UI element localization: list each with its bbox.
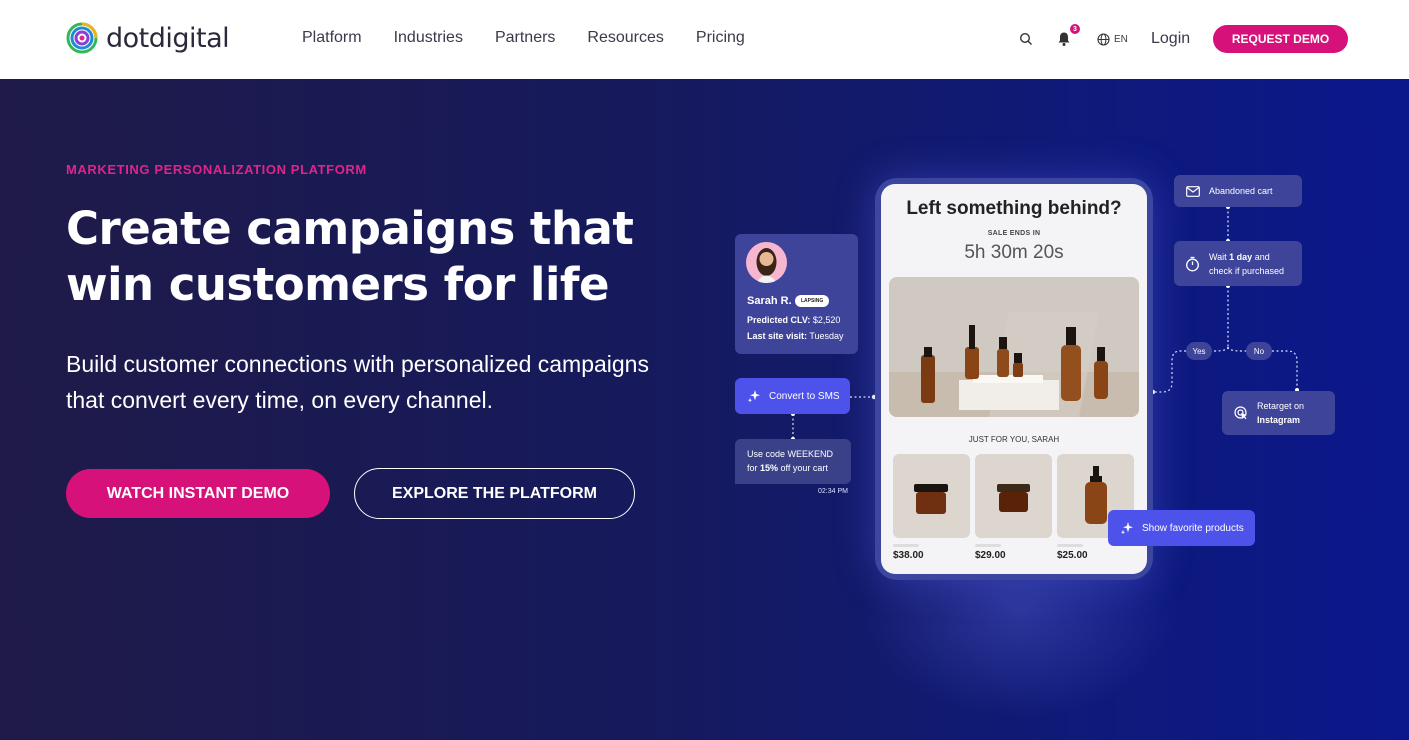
hero-section: MARKETING PERSONALIZATION PLATFORM Creat… [0, 79, 1409, 740]
wait-text: Wait 1 day and check if purchased [1209, 250, 1284, 278]
nav-item-pricing[interactable]: Pricing [696, 29, 745, 47]
wait-post: and [1252, 251, 1270, 262]
product-tile[interactable] [893, 454, 970, 538]
search-icon[interactable] [1019, 25, 1037, 53]
wait-line-1: Wait 1 day and [1209, 250, 1284, 264]
countdown-timer: 5h 30m 20s [964, 242, 1064, 263]
language-selector[interactable]: EN [1097, 25, 1128, 53]
for-you-label: JUST FOR YOU, SARAH [968, 435, 1060, 444]
price-bar [893, 544, 919, 547]
wait-line-2: check if purchased [1209, 265, 1285, 276]
price-bar [1057, 544, 1083, 547]
language-label: EN [1114, 33, 1128, 45]
sms-message-bubble: Use code WEEKEND for 15% off your cart [735, 439, 851, 484]
convert-to-sms-action: Convert to SMS [735, 378, 850, 414]
favorites-label: Show favorite products [1142, 522, 1244, 534]
status-badge: LAPSING [795, 295, 830, 307]
sparkle-icon [748, 390, 760, 403]
logo-mark-icon [66, 22, 98, 54]
globe-icon [1097, 32, 1110, 46]
yes-branch: Yes [1186, 342, 1212, 360]
retarget-line-1: Retarget on [1257, 401, 1305, 411]
predicted-clv: Predicted CLV: $2,520 [747, 315, 840, 325]
customer-name: Sarah R. [747, 295, 792, 307]
timer-icon [1186, 256, 1199, 271]
site-header: dotdigital Platform Industries Partners … [0, 0, 1409, 79]
retarget-text: Retarget on Instagram [1257, 399, 1304, 427]
wait-step: Wait 1 day and check if purchased [1174, 241, 1302, 286]
wait-duration: 1 day [1229, 251, 1253, 262]
sms-action-label: Convert to SMS [769, 390, 840, 402]
wait-pre: Wait [1209, 251, 1230, 262]
main-nav: Platform Industries Partners Resources P… [302, 29, 745, 47]
code-line-2: for 15% off your cart [747, 461, 839, 475]
clv-label: Predicted CLV: [747, 315, 811, 325]
abandoned-cart-label: Abandoned cart [1209, 186, 1273, 196]
bell-icon[interactable]: 3 [1057, 24, 1080, 53]
retarget-line-2: Instagram [1257, 415, 1301, 425]
email-title: Left something behind? [906, 198, 1122, 219]
show-favorites-action: Show favorite products [1108, 510, 1255, 546]
clv-value: $2,520 [812, 315, 841, 325]
product-price: $38.00 [893, 550, 924, 561]
code-line-2-post: off your cart [778, 463, 828, 473]
product-price: $25.00 [1057, 550, 1088, 561]
avatar [746, 242, 787, 283]
product-tile[interactable] [975, 454, 1052, 538]
product-hero-image [889, 277, 1139, 417]
product-price: $29.00 [975, 550, 1006, 561]
login-link[interactable]: Login [1151, 25, 1190, 53]
request-demo-button[interactable]: REQUEST DEMO [1213, 25, 1348, 53]
customer-profile-card: Sarah R. LAPSING Predicted CLV: $2,520 L… [735, 234, 858, 354]
code-line-2-pre: for [747, 463, 761, 473]
logo-text: dotdigital [106, 22, 230, 54]
code-line-1: Use code WEEKEND [747, 449, 834, 459]
sparkle-icon [1121, 522, 1133, 535]
nav-item-platform[interactable]: Platform [302, 29, 362, 47]
message-timestamp: 02:34 PM [818, 488, 848, 495]
retarget-step: Retarget on Instagram [1222, 391, 1335, 435]
nav-item-partners[interactable]: Partners [495, 29, 555, 47]
visit-label: Last site visit: [747, 331, 808, 341]
logo[interactable]: dotdigital [66, 22, 230, 54]
discount-value: 15% [760, 463, 779, 473]
price-bar [975, 544, 1001, 547]
last-site-visit: Last site visit: Tuesday [747, 331, 844, 341]
sale-label: SALE ENDS IN [987, 230, 1041, 237]
notification-badge: 3 [1070, 24, 1080, 34]
visit-value: Tuesday [809, 331, 844, 341]
nav-item-resources[interactable]: Resources [587, 29, 663, 47]
no-branch: No [1246, 342, 1272, 360]
target-icon [1234, 406, 1247, 420]
mail-icon [1186, 185, 1200, 197]
abandoned-cart-step: Abandoned cart [1174, 175, 1302, 207]
nav-item-industries[interactable]: Industries [394, 29, 463, 47]
